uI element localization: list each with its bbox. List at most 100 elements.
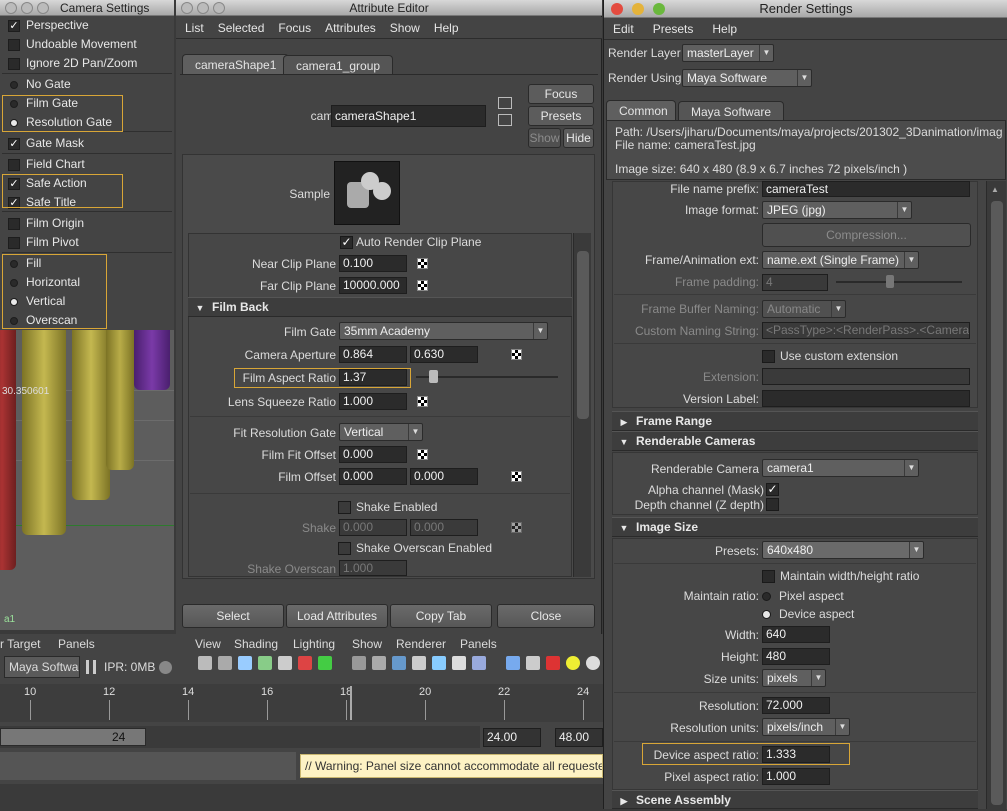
menu-presets[interactable]: Presets (653, 22, 694, 36)
extension-field[interactable] (762, 368, 970, 385)
pause-icon[interactable] (86, 660, 96, 674)
grid-icon[interactable] (258, 656, 272, 670)
menu-edit[interactable]: Edit (613, 22, 634, 36)
camera-setting-vertical[interactable]: Vertical (0, 292, 174, 311)
xray-icon[interactable] (452, 656, 466, 670)
map-icon[interactable] (511, 349, 522, 360)
renderer-dropdown[interactable]: Maya Softwa (4, 656, 80, 678)
aperture-y-field[interactable]: 0.630 (410, 346, 478, 363)
perspective-viewport[interactable]: 30.350601 a1 (0, 330, 174, 630)
range-end-field[interactable]: 24.00 (483, 728, 541, 747)
camera-setting-perspective[interactable]: ✓ Perspective (0, 16, 174, 35)
camera-node-field[interactable]: cameraShape1 (331, 105, 486, 127)
zoom-icon[interactable] (37, 2, 49, 14)
map-icon[interactable] (511, 522, 522, 533)
fit-gate-dropdown[interactable]: Vertical ▼ (339, 423, 423, 441)
film-aspect-field[interactable]: 1.37 (339, 369, 407, 386)
input-connection-icon[interactable] (498, 97, 512, 109)
frame-padding-field[interactable]: 4 (762, 274, 828, 291)
compression-button[interactable]: Compression... (762, 223, 971, 247)
film-back-section[interactable]: ▼ Film Back (188, 297, 572, 317)
render-scroll-thumb[interactable] (991, 201, 1003, 805)
maintain-wh-checkbox[interactable] (762, 570, 775, 583)
tab-common[interactable]: Common (606, 100, 676, 120)
depth-channel-checkbox[interactable] (766, 498, 779, 511)
attr-scroll-thumb[interactable] (577, 251, 589, 419)
device-aspect-radio[interactable] (762, 610, 771, 619)
frame-buffer-dropdown[interactable]: Automatic ▼ (762, 300, 846, 318)
smooth-shade-icon[interactable] (372, 656, 386, 670)
menu-shading[interactable]: Shading (234, 637, 278, 651)
tab-maya-software[interactable]: Maya Software (678, 101, 785, 121)
resolution-units-dropdown[interactable]: pixels/inch ▼ (762, 718, 850, 736)
light-bulb-icon[interactable] (566, 656, 580, 670)
menu-selected[interactable]: Selected (218, 21, 265, 35)
copy-tab-button[interactable]: Copy Tab (390, 604, 492, 628)
version-field[interactable] (762, 390, 970, 407)
camera-setting-no-gate[interactable]: No Gate (0, 75, 174, 94)
current-time-marker[interactable] (350, 686, 352, 720)
film-offset-y-field[interactable]: 0.000 (410, 468, 478, 485)
custom-naming-field[interactable]: <PassType>:<RenderPass>.<Camera> (762, 322, 970, 339)
render-using-dropdown[interactable]: Maya Software ▼ (682, 69, 812, 87)
hide-button[interactable]: Hide (563, 128, 594, 148)
command-line[interactable] (0, 752, 296, 780)
close-icon[interactable] (181, 2, 193, 14)
renderable-camera-dropdown[interactable]: camera1 ▼ (762, 459, 919, 477)
device-aspect-field[interactable]: 1.333 (762, 746, 830, 763)
resolution-gate-icon[interactable] (318, 656, 332, 670)
image-size-section[interactable]: ▼ Image Size (612, 517, 978, 537)
frame-range-section[interactable]: ▶ Frame Range (612, 411, 978, 431)
frame-ext-dropdown[interactable]: name.ext (Single Frame) ▼ (762, 251, 919, 269)
render-layer-dropdown[interactable]: masterLayer ▼ (682, 44, 774, 62)
far-clip-field[interactable]: 10000.000 (339, 277, 407, 294)
camera-setting-resolution-gate[interactable]: Resolution Gate (0, 113, 174, 132)
bookmark-icon[interactable] (238, 656, 252, 670)
camera-setting-horizontal[interactable]: Horizontal (0, 273, 174, 292)
film-offset-x-field[interactable]: 0.000 (339, 468, 407, 485)
camera-setting-safe-title[interactable]: ✓ Safe Title (0, 193, 174, 212)
render-scrollbar[interactable]: ▲ (986, 181, 1006, 809)
camera-setting-film-pivot[interactable]: Film Pivot (0, 233, 174, 252)
map-icon[interactable] (417, 396, 428, 407)
map-icon[interactable] (511, 471, 522, 482)
ball-icon[interactable] (586, 656, 600, 670)
menu-show[interactable]: Show (352, 637, 382, 651)
camera-setting-undoable-movement[interactable]: Undoable Movement (0, 35, 174, 54)
close-icon[interactable] (611, 3, 623, 15)
cube-icon[interactable] (506, 656, 520, 670)
menu-list[interactable]: List (185, 21, 204, 35)
load-attributes-button[interactable]: Load Attributes (286, 604, 388, 628)
minimize-icon[interactable] (197, 2, 209, 14)
tab-camera1-group[interactable]: camera1_group (283, 55, 394, 75)
range-slider[interactable]: 24 (0, 726, 480, 748)
texture-icon[interactable] (392, 656, 406, 670)
zoom-icon[interactable] (653, 3, 665, 15)
minimize-icon[interactable] (632, 3, 644, 15)
tab-camerashape1[interactable]: cameraShape1 (182, 54, 290, 74)
camera-icon[interactable] (198, 656, 212, 670)
map-icon[interactable] (417, 449, 428, 460)
camera-setting-safe-action[interactable]: ✓ Safe Action (0, 174, 174, 193)
close-icon[interactable] (5, 2, 17, 14)
output-connection-icon[interactable] (498, 114, 512, 126)
file-prefix-field[interactable]: cameraTest (762, 181, 970, 197)
time-slider[interactable]: 10 12 14 16 18 20 22 24 (0, 684, 603, 722)
auto-render-clip-checkbox[interactable]: ✓ (340, 236, 353, 249)
isolate-icon[interactable] (472, 656, 486, 670)
shadow-icon[interactable] (432, 656, 446, 670)
light-icon[interactable] (412, 656, 426, 670)
lens-squeeze-field[interactable]: 1.000 (339, 393, 407, 410)
image-plane-icon[interactable] (218, 656, 232, 670)
film-gate-dropdown[interactable]: 35mm Academy ▼ (339, 322, 548, 340)
pixel-aspect-radio[interactable] (762, 592, 771, 601)
shake-x-field[interactable]: 0.000 (339, 519, 407, 536)
menu-help[interactable]: Help (712, 22, 737, 36)
focus-button[interactable]: Focus (528, 84, 594, 104)
presets-dropdown[interactable]: 640x480 ▼ (762, 541, 924, 559)
pixel-aspect-field[interactable]: 1.000 (762, 768, 830, 785)
menu-focus[interactable]: Focus (278, 21, 311, 35)
presets-button[interactable]: Presets (528, 106, 594, 126)
menu-show[interactable]: Show (390, 21, 420, 35)
select-button[interactable]: Select (182, 604, 284, 628)
